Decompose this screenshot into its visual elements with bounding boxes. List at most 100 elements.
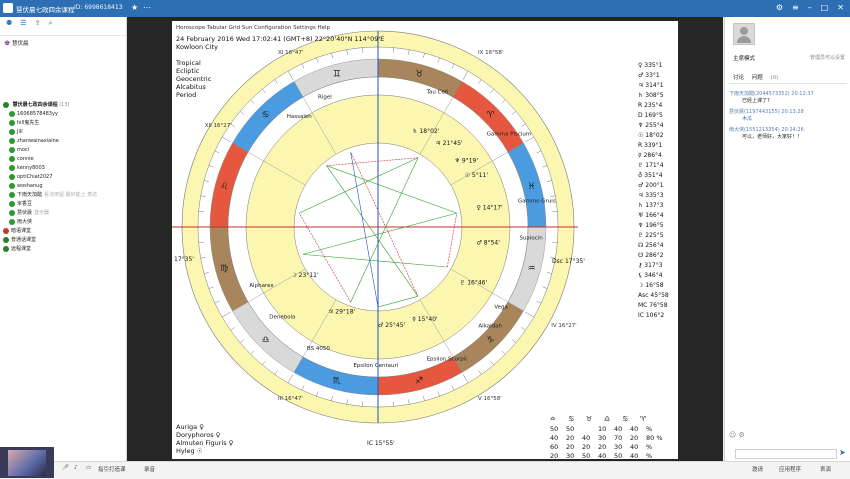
member-item[interactable]: 下雨天加醋看法用鼠 最好能上 表达: [3, 191, 125, 200]
title-bar: 慧伏晨七政四余课程 ID: 69986184 13 ★ ⋯ ⚙ ≡ – □ ✕: [0, 0, 850, 17]
channel-header[interactable]: 慧伏晨七政四余课程 (13): [3, 101, 125, 110]
section-icon: [3, 228, 9, 234]
member-icon: [9, 165, 15, 171]
chart-setting: Geocentric: [176, 75, 212, 83]
maximize-button[interactable]: □: [821, 2, 829, 14]
tab-discussion[interactable]: 讨论: [733, 75, 744, 81]
member-item[interactable]: woshanug: [3, 182, 125, 191]
send-icon[interactable]: ➤: [839, 448, 846, 457]
stats-cell: 20: [566, 434, 574, 442]
member-name: connie: [17, 156, 34, 162]
zodiac-glyph: ♋: [262, 111, 270, 121]
stats-cell: 40: [598, 452, 606, 459]
perform-button[interactable]: 表演: [820, 465, 831, 473]
skin-icon[interactable]: ⚙: [776, 2, 783, 14]
member-item[interactable]: 慧伏晨登示器: [3, 209, 125, 218]
member-icon: [9, 111, 15, 117]
users-icon[interactable]: ⚉: [6, 19, 12, 33]
position-value: ♀ 335°1: [638, 62, 663, 69]
stats-cell: %: [646, 425, 652, 433]
camera-preview[interactable]: [0, 447, 54, 478]
position-value: ☽ 16°58: [638, 282, 664, 289]
member-tree: 慧伏晨七政四余课程 (13) 16068578483yyhill鬼先生 Jill z…: [3, 101, 125, 254]
close-button[interactable]: ✕: [837, 2, 844, 14]
divider: [729, 83, 847, 84]
crown-icon: ♚: [4, 39, 10, 47]
search-icon[interactable]: ⌕: [48, 19, 52, 33]
mic-icon[interactable]: 🎤︎: [62, 465, 69, 471]
house-label: XII 16°27': [205, 123, 232, 129]
member-item[interactable]: zhanwainaxiaine: [3, 137, 125, 146]
member-item[interactable]: 16068578483yy: [3, 110, 125, 119]
stats-cell: 60: [550, 443, 558, 451]
stats-cell: 30: [598, 434, 606, 442]
list-icon[interactable]: ☰: [20, 19, 26, 33]
member-item[interactable]: kenny8003: [3, 164, 125, 173]
apps-button[interactable]: 应用程序: [779, 465, 801, 473]
avatar: [733, 23, 755, 45]
planet-label: ☉ 5°11': [465, 172, 489, 179]
planet-label: ☽ 23°11': [291, 272, 319, 279]
member-name: 下雨天加醋: [17, 192, 42, 198]
chat-input[interactable]: [735, 449, 837, 459]
position-value: ☉ 18°02: [638, 132, 664, 139]
settings-link[interactable]: 管理员可以设置: [810, 54, 845, 61]
member-item[interactable]: Jill: [3, 128, 125, 137]
stats-cell: 40: [614, 425, 622, 433]
shared-screen[interactable]: ♉♊♋♌♍♎♏♐♑♒♓♈♄ 18°02'♃ 21°45'♆ 9°19'☉ 5°1…: [172, 21, 678, 459]
zodiac-glyph: ♒: [528, 264, 536, 274]
stats-cell: 20: [550, 452, 558, 459]
zodiac-glyph: ♌: [220, 182, 228, 192]
left-panel: ⚉ ☰ ⇪ ⌕ ♚ 慧伏晨 慧伏晨七政四余课程 (13) 16068578483…: [0, 17, 127, 461]
layout-icon[interactable]: ▭: [86, 465, 91, 471]
chart-setting: Ecliptic: [176, 67, 200, 75]
zodiac-glyph: ♎: [262, 335, 270, 345]
zodiac-glyph: ♊: [333, 69, 341, 79]
more-icon[interactable]: ⋯: [143, 3, 151, 12]
favorite-star-icon[interactable]: ★: [131, 3, 138, 12]
member-item[interactable]: hill鬼先生: [3, 119, 125, 128]
zodiac-glyph: ♍: [220, 264, 228, 274]
share-icon[interactable]: ⇪: [35, 19, 41, 33]
member-name: Jill: [17, 129, 23, 135]
stats-header: ♈: [640, 415, 647, 423]
member-icon: [9, 147, 15, 153]
chart-place: Kowloon City: [176, 43, 218, 51]
star-label: Gamma Piscium: [487, 132, 531, 138]
member-tag: 看法用鼠 最好能上 表达: [44, 192, 97, 198]
member-name: kenny8003: [17, 165, 45, 171]
record-label[interactable]: 录音: [144, 465, 155, 473]
member-item[interactable]: 米香豆: [3, 200, 125, 209]
chart-footer: Auriga ♀: [176, 423, 204, 431]
member-icon: [9, 138, 15, 144]
menu-icon[interactable]: ≡: [792, 2, 799, 14]
planet-label: ♃ 29°18': [328, 309, 356, 316]
settings-icon[interactable]: ⚙: [739, 431, 745, 439]
rec-label[interactable]: 指引打造课: [98, 465, 126, 473]
channel-owner[interactable]: ♚ 慧伏晨: [4, 39, 29, 47]
emoji-icon[interactable]: ☺: [729, 431, 736, 439]
tab-questions[interactable]: 问题: [752, 75, 763, 81]
member-name: 慧伏晨: [17, 210, 32, 216]
minimize-button[interactable]: –: [808, 2, 812, 14]
mode-label[interactable]: 主席模式: [733, 54, 755, 62]
left-toolbar: ⚉ ☰ ⇪ ⌕: [0, 17, 126, 36]
section-item[interactable]: 暗语课堂: [3, 227, 125, 236]
member-item[interactable]: connie: [3, 155, 125, 164]
position-value: ♅ 166°4: [638, 212, 664, 219]
stats-cell: 40: [630, 425, 638, 433]
section-item[interactable]: 普通话课堂: [3, 236, 125, 245]
section-item[interactable]: 远程课堂: [3, 245, 125, 254]
invite-button[interactable]: 邀请: [752, 465, 763, 473]
planet-label: ♆ 9°19': [455, 158, 479, 165]
stats-cell: %: [646, 443, 652, 451]
volume-icon[interactable]: ♪: [74, 465, 78, 471]
stats-cell: 50: [614, 452, 622, 459]
stats-cell: 70: [614, 434, 622, 442]
member-item[interactable]: 雨大侠: [3, 218, 125, 227]
position-value: ♂ 200°1: [638, 182, 664, 189]
member-name: hill鬼先生: [17, 120, 39, 126]
stats-cell: 50: [566, 425, 574, 433]
member-item[interactable]: optiChiat2027: [3, 173, 125, 182]
member-item[interactable]: moci: [3, 146, 125, 155]
